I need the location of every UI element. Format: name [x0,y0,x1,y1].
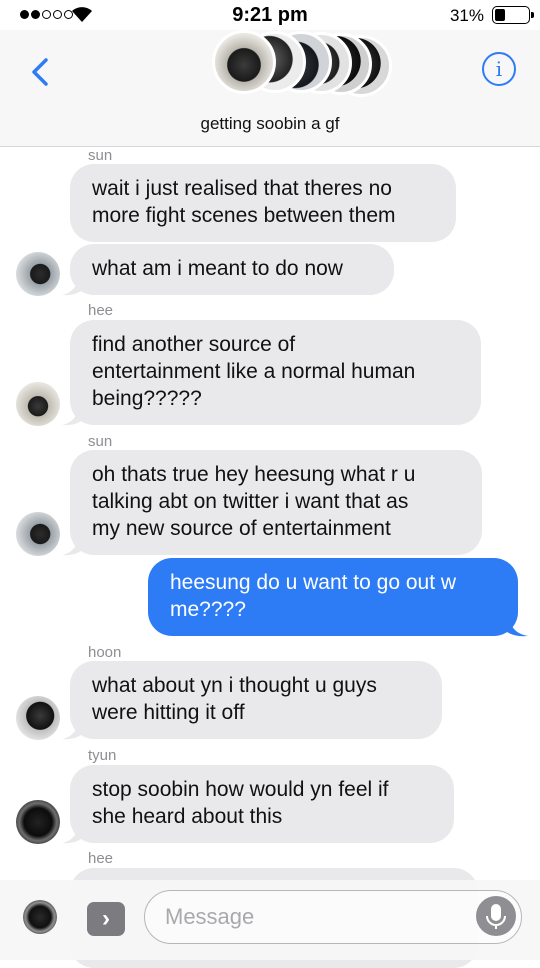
message-placeholder: Message [165,904,255,929]
avatar[interactable] [16,800,60,844]
message-bubble[interactable]: find another source of entertainment lik… [70,320,481,425]
sender-name: hee [88,302,114,319]
apps-chevron-icon[interactable]: › [87,902,125,936]
avatar [212,30,276,94]
battery-percent: 31% [449,6,484,25]
avatar[interactable] [16,512,60,556]
sender-name: sun [88,433,113,450]
bubble-tail [62,276,84,296]
message-bubble[interactable]: oh thats true hey heesung what r u talki… [70,450,482,555]
battery-icon [492,6,534,24]
avatar[interactable] [16,696,60,740]
message-line: me???? [170,598,246,621]
message-bubble[interactable]: wait i just realised that theres no more… [70,164,456,242]
message-line: my new source of entertainment [92,517,391,540]
message-line: more fight scenes between them [92,204,396,227]
message-line: find another source of [92,333,296,356]
status-bar: 9:21 pm 31% [0,0,540,30]
bubble-tail [504,617,528,637]
camera-icon[interactable] [23,900,57,934]
message-line: wait i just realised that theres no [92,177,392,200]
conversation-header: i getting soobin a gf [0,30,540,147]
group-avatars[interactable] [212,30,392,97]
message-line: she heard about this [92,805,283,828]
message-line: what about yn i thought u guys [92,674,377,697]
message-bubble[interactable]: stop soobin how would yn feel if she hea… [70,765,454,843]
message-bubble-outgoing[interactable]: heesung do u want to go out w me???? [148,558,518,636]
group-name[interactable]: getting soobin a gf [0,114,540,134]
message-bubble[interactable]: what about yn i thought u guys were hitt… [70,661,442,739]
avatar[interactable] [16,252,60,296]
message-line: entertainment like a normal human [92,360,416,383]
bubble-tail [62,720,84,740]
avatar[interactable] [16,382,60,426]
message-line: were hitting it off [92,701,245,724]
bubble-tail [62,824,84,844]
info-icon[interactable]: i [482,52,516,86]
message-bubble[interactable]: what am i meant to do now [70,244,394,295]
bubble-tail [62,536,84,556]
message-input-bar: › Message [0,880,540,960]
message-line: talking abt on twitter i want that as [92,490,409,513]
message-line: being????? [92,387,202,410]
sender-name: sun [88,147,113,164]
bubble-tail [62,406,84,426]
message-line: heesung do u want to go out w [170,571,457,594]
sender-name: hoon [88,644,122,661]
sender-name: hee [88,850,114,867]
message-line: oh thats true hey heesung what r u [92,463,416,486]
message-line: stop soobin how would yn feel if [92,778,389,801]
microphone-icon[interactable] [476,896,516,936]
message-input[interactable]: Message [144,890,522,944]
chevron-left-icon[interactable] [24,54,60,90]
sender-name: tyun [88,747,117,764]
message-line: what am i meant to do now [92,257,343,280]
